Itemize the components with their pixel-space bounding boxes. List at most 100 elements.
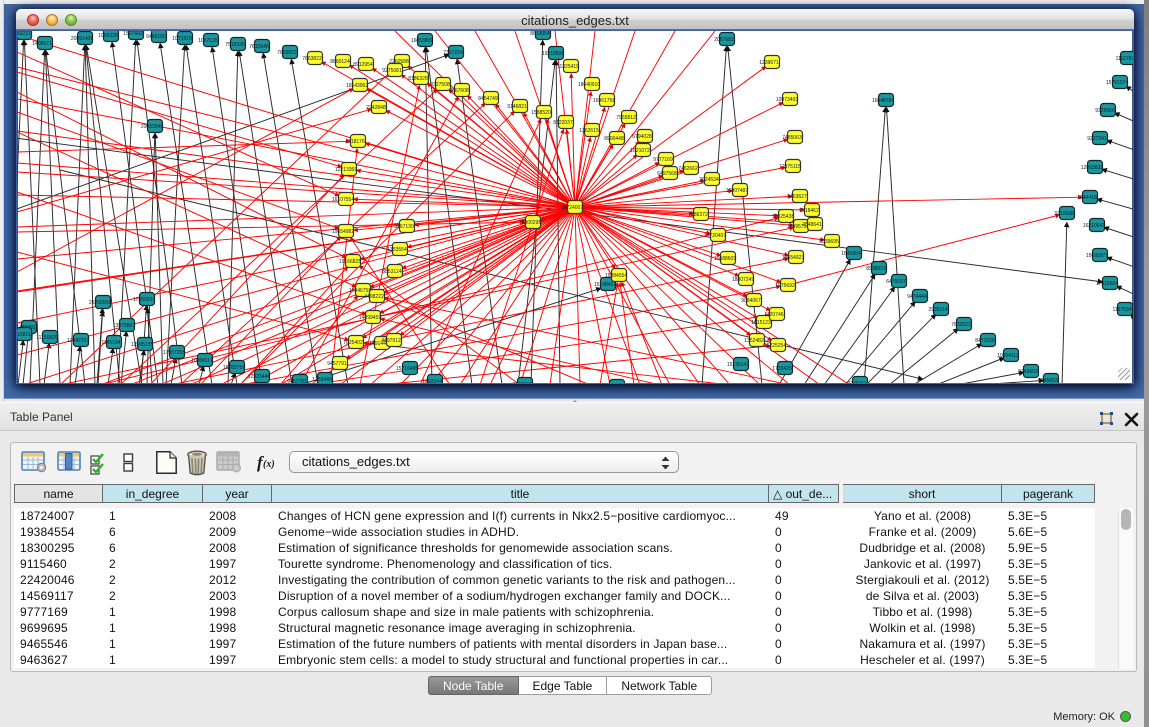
svg-text:17359924: 17359924 bbox=[133, 297, 155, 303]
svg-text:20206556: 20206556 bbox=[89, 300, 111, 306]
svg-text:12093832: 12093832 bbox=[1081, 165, 1103, 171]
svg-text:1244418: 1244418 bbox=[1077, 195, 1097, 201]
svg-text:15720407: 15720407 bbox=[704, 233, 726, 239]
svg-text:3915811: 3915811 bbox=[17, 332, 31, 338]
svg-text:10654112: 10654112 bbox=[997, 353, 1019, 359]
svg-text:8454749: 8454749 bbox=[478, 96, 498, 102]
svg-text:2867608: 2867608 bbox=[449, 88, 469, 94]
svg-text:1239671: 1239671 bbox=[759, 60, 779, 66]
svg-text:4498222: 4498222 bbox=[364, 294, 384, 300]
svg-text:7886372: 7886372 bbox=[688, 212, 708, 218]
svg-text:9084067: 9084067 bbox=[741, 298, 761, 304]
svg-text:3624534: 3624534 bbox=[699, 177, 719, 183]
svg-text:16648784: 16648784 bbox=[872, 98, 894, 104]
svg-text:20053346: 20053346 bbox=[141, 124, 163, 130]
svg-text:7625402: 7625402 bbox=[343, 340, 363, 346]
svg-text:4497912: 4497912 bbox=[381, 338, 401, 344]
svg-text:10958117: 10958117 bbox=[191, 358, 213, 364]
svg-text:9245653: 9245653 bbox=[1038, 378, 1058, 383]
svg-text:18300295: 18300295 bbox=[519, 220, 541, 226]
svg-text:14099459: 14099459 bbox=[359, 315, 381, 321]
svg-text:15225254: 15225254 bbox=[764, 343, 786, 349]
svg-text:7615546: 7615546 bbox=[249, 44, 269, 50]
svg-text:1120746: 1120746 bbox=[764, 312, 783, 318]
svg-text:7663822: 7663822 bbox=[277, 50, 297, 56]
svg-text:17016504: 17016504 bbox=[1096, 281, 1118, 287]
svg-text:8471626: 8471626 bbox=[975, 338, 995, 344]
svg-text:8186328: 8186328 bbox=[408, 76, 428, 82]
svg-text:1352482: 1352482 bbox=[744, 338, 764, 344]
svg-text:16543962: 16543962 bbox=[346, 83, 368, 89]
svg-text:8938923: 8938923 bbox=[866, 266, 886, 272]
svg-text:2242848: 2242848 bbox=[366, 105, 386, 111]
svg-text:1253446: 1253446 bbox=[312, 377, 332, 383]
svg-text:9329966: 9329966 bbox=[1095, 108, 1115, 114]
svg-text:1733426: 1733426 bbox=[772, 366, 792, 372]
svg-text:7955812: 7955812 bbox=[616, 115, 636, 121]
svg-text:1362615: 1362615 bbox=[579, 128, 599, 134]
svg-text:7548641: 7548641 bbox=[802, 222, 822, 228]
svg-text:2935114: 2935114 bbox=[928, 307, 947, 313]
svg-text:1527602: 1527602 bbox=[123, 31, 143, 37]
svg-text:6466160: 6466160 bbox=[146, 34, 166, 40]
svg-text:9146821: 9146821 bbox=[507, 104, 527, 110]
svg-text:15136141: 15136141 bbox=[727, 362, 749, 368]
svg-text:9327508: 9327508 bbox=[430, 82, 450, 88]
svg-text:16107554: 16107554 bbox=[332, 197, 354, 203]
svg-text:6794028: 6794028 bbox=[632, 134, 652, 140]
svg-text:1167534: 1167534 bbox=[1112, 307, 1131, 313]
svg-text:9518462: 9518462 bbox=[799, 208, 819, 214]
svg-text:8322037: 8322037 bbox=[553, 120, 573, 126]
svg-text:20891406: 20891406 bbox=[71, 36, 93, 42]
svg-text:11325419: 11325419 bbox=[557, 64, 579, 70]
svg-text:8660124: 8660124 bbox=[330, 59, 350, 65]
svg-text:7485063: 7485063 bbox=[782, 135, 802, 141]
svg-text:15751074: 15751074 bbox=[1106, 80, 1128, 86]
svg-text:7632621: 7632621 bbox=[951, 322, 971, 328]
svg-text:2718176: 2718176 bbox=[345, 139, 365, 145]
svg-text:9275081: 9275081 bbox=[382, 68, 402, 74]
svg-text:10025438: 10025438 bbox=[772, 214, 794, 220]
svg-text:9457791: 9457791 bbox=[287, 379, 307, 383]
svg-text:15148457: 15148457 bbox=[594, 282, 616, 288]
svg-text:1292344: 1292344 bbox=[422, 379, 442, 383]
svg-text:12923446: 12923446 bbox=[248, 374, 270, 380]
svg-text:18724007: 18724007 bbox=[561, 205, 583, 211]
svg-text:1065328: 1065328 bbox=[98, 33, 118, 39]
svg-text:19654923: 19654923 bbox=[782, 255, 804, 261]
svg-text:9457791: 9457791 bbox=[327, 361, 347, 367]
svg-text:19384554: 19384554 bbox=[605, 273, 627, 279]
svg-text:10973493: 10973493 bbox=[776, 97, 798, 103]
svg-text:8912954: 8912954 bbox=[353, 62, 373, 68]
svg-text:8990448: 8990448 bbox=[604, 136, 624, 142]
svg-text:12213369: 12213369 bbox=[335, 167, 357, 173]
svg-text:2083231: 2083231 bbox=[17, 31, 31, 37]
svg-text:1405571: 1405571 bbox=[32, 41, 52, 47]
svg-text:18640910: 18640910 bbox=[578, 82, 600, 88]
svg-text:1067135: 1067135 bbox=[198, 38, 218, 44]
svg-text:16053809: 16053809 bbox=[411, 38, 433, 44]
svg-text:19218506: 19218506 bbox=[542, 51, 564, 57]
svg-text:7663822: 7663822 bbox=[302, 56, 322, 62]
svg-text:1588520: 1588520 bbox=[531, 110, 551, 116]
svg-text:9777169: 9777169 bbox=[653, 157, 673, 163]
svg-text:1071915: 1071915 bbox=[172, 36, 192, 42]
svg-text:9245652: 9245652 bbox=[1018, 369, 1038, 375]
svg-text:9463627: 9463627 bbox=[787, 194, 807, 200]
svg-text:8853124: 8853124 bbox=[382, 269, 402, 275]
svg-text:7357224: 7357224 bbox=[443, 50, 463, 56]
svg-text:19654982: 19654982 bbox=[332, 229, 354, 235]
svg-text:10688609: 10688609 bbox=[714, 256, 736, 262]
svg-text:19166825: 19166825 bbox=[339, 259, 361, 265]
svg-text:16961758: 16961758 bbox=[593, 98, 615, 104]
svg-text:12942757: 12942757 bbox=[67, 338, 89, 344]
svg-text:8813054: 8813054 bbox=[530, 31, 550, 37]
svg-text:16210643: 16210643 bbox=[1083, 223, 1105, 229]
svg-text:1975692: 1975692 bbox=[775, 283, 795, 289]
svg-text:11156829: 11156829 bbox=[36, 335, 58, 341]
svg-text:13975867: 13975867 bbox=[113, 323, 135, 329]
svg-text:1353554: 1353554 bbox=[387, 247, 407, 253]
svg-text:15716485: 15716485 bbox=[396, 366, 418, 372]
svg-text:12975115: 12975115 bbox=[779, 164, 801, 170]
svg-text:1615123: 1615123 bbox=[751, 320, 771, 326]
